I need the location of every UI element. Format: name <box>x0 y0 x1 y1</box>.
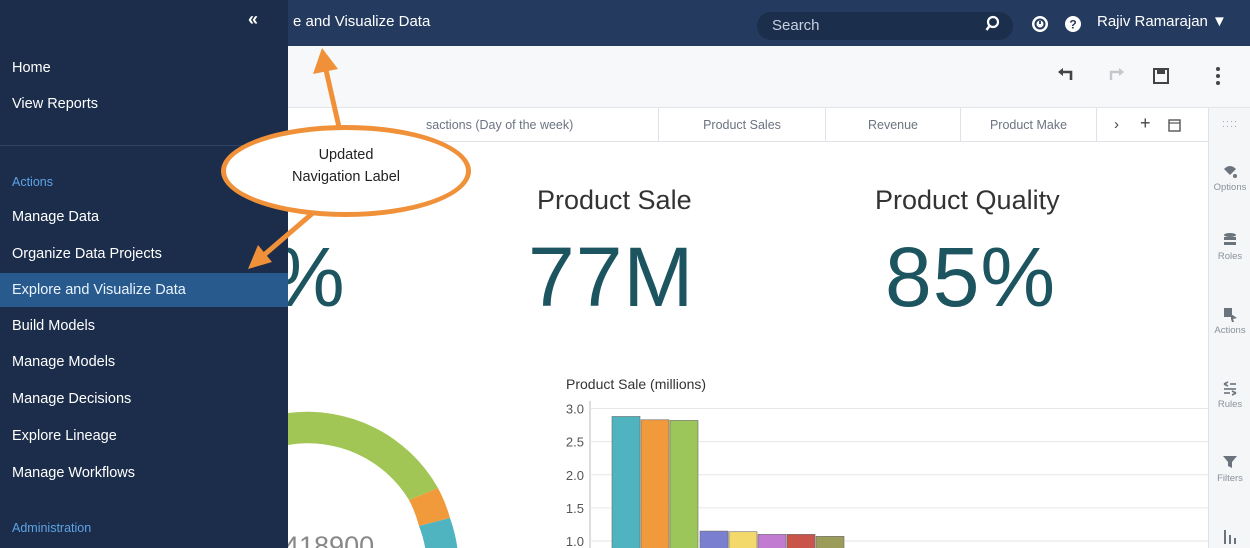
search-placeholder: Search <box>772 17 820 34</box>
nav-organize-data-projects[interactable]: Organize Data Projects <box>0 237 288 271</box>
undo-icon[interactable] <box>1056 66 1076 86</box>
chart-title: Product Sale (millions) <box>566 376 707 392</box>
help-icon[interactable]: ? <box>1064 15 1082 33</box>
bar[interactable] <box>728 531 758 548</box>
nav-explore-and-visualize-data[interactable]: Explore and Visualize Data <box>0 273 288 307</box>
kpi-value-0: % <box>288 229 346 326</box>
nav-explore-lineage[interactable]: Explore Lineage <box>0 419 288 453</box>
bar-chart-icon <box>1224 530 1236 544</box>
rail-grip[interactable]: :::: <box>1209 118 1250 130</box>
bar[interactable] <box>699 530 729 548</box>
rail-options[interactable]: Options <box>1209 163 1250 193</box>
bar[interactable] <box>640 419 670 548</box>
add-page-icon[interactable]: + <box>1140 113 1151 134</box>
user-menu[interactable]: Rajiv Ramarajan ▼ <box>1097 13 1227 30</box>
save-icon[interactable] <box>1151 66 1171 86</box>
rail-roles-label: Roles <box>1217 251 1243 262</box>
section-administration: Administration <box>12 521 92 535</box>
nav-manage-decisions[interactable]: Manage Decisions <box>0 382 288 416</box>
rail-options-label: Options <box>1213 182 1247 193</box>
tab-revenue[interactable]: Revenue <box>826 108 961 142</box>
report-toolbar <box>288 46 1250 108</box>
donut-chart[interactable]: 418900 <box>288 393 468 548</box>
svg-text:?: ? <box>1069 18 1076 32</box>
kpi-title-product-sale: Product Sale <box>537 185 692 215</box>
bar[interactable] <box>757 534 787 548</box>
bar[interactable] <box>786 534 816 548</box>
rail-actions-label: Actions <box>1214 325 1246 336</box>
rail-roles[interactable]: Roles <box>1209 232 1250 262</box>
search-icon[interactable] <box>985 15 1003 33</box>
annotation-callout: Updated Navigation Label <box>221 125 471 217</box>
bar[interactable] <box>815 536 845 548</box>
rail-rules[interactable]: Rules <box>1209 380 1250 410</box>
database-icon <box>1224 233 1236 245</box>
section-actions: Actions <box>12 175 53 189</box>
nav-view-reports[interactable]: View Reports <box>0 87 288 121</box>
chevron-right-icon[interactable]: › <box>1114 116 1119 133</box>
y-tick-label: 2.0 <box>566 468 584 483</box>
callout-line-1: Updated <box>318 147 374 163</box>
rail-data[interactable] <box>1209 528 1250 547</box>
right-pane-rail: :::: Options Roles Actions Rules Filters <box>1208 108 1250 548</box>
tab-product-sales[interactable]: Product Sales <box>659 108 826 142</box>
funnel-icon <box>1223 456 1237 468</box>
rail-rules-label: Rules <box>1217 399 1243 410</box>
donut-center-value: 418900 <box>288 531 374 548</box>
tab-product-make[interactable]: Product Make <box>961 108 1097 142</box>
y-tick-label: 3.0 <box>566 402 584 417</box>
callout-line-2: Navigation Label <box>291 169 401 185</box>
rail-filters-label: Filters <box>1217 473 1243 484</box>
rail-actions[interactable]: Actions <box>1209 306 1250 336</box>
bar[interactable] <box>611 416 641 548</box>
search-box[interactable]: Search <box>757 12 1013 40</box>
nav-manage-workflows[interactable]: Manage Workflows <box>0 456 288 490</box>
nav-build-models[interactable]: Build Models <box>0 309 288 343</box>
product-sale-bar-chart[interactable]: 3.0 2.5 2.0 1.5 1.0 <box>548 393 1208 548</box>
nav-manage-models[interactable]: Manage Models <box>0 345 288 379</box>
redo-icon[interactable] <box>1106 66 1126 86</box>
app-title: e and Visualize Data <box>293 13 431 30</box>
cursor-icon <box>1224 308 1237 322</box>
y-tick-label: 1.0 <box>566 534 584 548</box>
navigation-sidebar: « Home View Reports Actions Manage Data … <box>0 0 288 548</box>
y-tick-label: 2.5 <box>566 435 584 450</box>
donut-slice-green[interactable] <box>288 411 438 500</box>
nav-manage-data[interactable]: Manage Data <box>0 200 288 234</box>
bar[interactable] <box>669 420 699 548</box>
kpi-title-product-quality: Product Quality <box>875 185 1060 215</box>
nav-home[interactable]: Home <box>0 51 288 85</box>
more-options-icon[interactable] <box>1208 66 1228 86</box>
kpi-value-product-sale: 77M <box>528 230 695 324</box>
rules-icon <box>1223 381 1237 396</box>
page-list-icon[interactable] <box>1168 119 1181 132</box>
recent-icon[interactable] <box>1031 15 1049 33</box>
y-tick-label: 1.5 <box>566 501 584 516</box>
kpi-value-product-quality: 85% <box>885 230 1057 324</box>
paint-icon <box>1224 166 1237 178</box>
rail-filters[interactable]: Filters <box>1209 454 1250 484</box>
collapse-sidebar-icon[interactable]: « <box>248 9 258 30</box>
